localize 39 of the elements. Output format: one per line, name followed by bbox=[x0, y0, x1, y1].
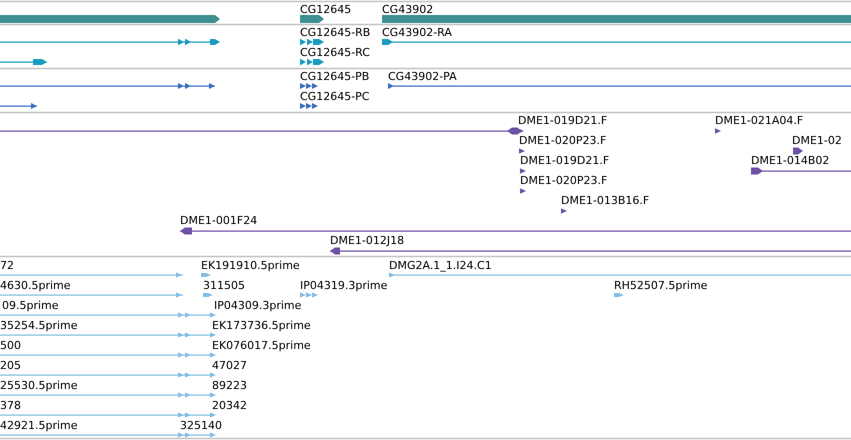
feature-label: DME1-020P23.F bbox=[519, 134, 606, 147]
feature-label: DME1-019D21.F bbox=[520, 154, 610, 167]
feature-label: DME1-019D21.F bbox=[518, 114, 608, 127]
feature-label: 35254.5prime bbox=[0, 319, 78, 332]
feature-label: 4630.5prime bbox=[0, 279, 71, 292]
feature-label: CG12645-RC bbox=[300, 46, 370, 59]
feature-label: 378 bbox=[0, 399, 21, 412]
feature-label: 325140 bbox=[180, 419, 222, 432]
feature-label: 09.5prime bbox=[2, 299, 59, 312]
feature-label: DME1-021A04.F bbox=[715, 114, 804, 127]
feature-label: 72 bbox=[0, 259, 14, 272]
feature-label: CG12645-RB bbox=[300, 26, 370, 39]
feature-label: IP04309.3prime bbox=[214, 299, 302, 312]
feature-label: EK173736.5prime bbox=[212, 319, 311, 332]
feature-label: DME1-013B16.F bbox=[561, 194, 650, 207]
feature-label: CG12645-PB bbox=[300, 70, 370, 83]
feature-label: EK076017.5prime bbox=[212, 339, 311, 352]
feature-label: 311505 bbox=[203, 279, 245, 292]
feature-label: 20342 bbox=[212, 399, 247, 412]
feature-label: DME1-012J18 bbox=[330, 234, 404, 247]
feature-label: 42921.5prime bbox=[0, 419, 78, 432]
feature-label: 205 bbox=[0, 359, 21, 372]
feature-label: DME1-020P23.F bbox=[520, 174, 608, 187]
feature-label: DME1-001F24 bbox=[180, 214, 258, 227]
feature-label: CG12645-PC bbox=[300, 90, 370, 103]
feature-label: CG43902-RA bbox=[382, 26, 452, 39]
feature-label: CG43902 bbox=[382, 3, 434, 16]
feature-label: 500 bbox=[0, 339, 21, 352]
feature-label: RH52507.5prime bbox=[614, 279, 708, 292]
feature-label: CG12645 bbox=[300, 3, 352, 16]
feature-label: 47027 bbox=[212, 359, 247, 372]
feature-label: 25530.5prime bbox=[0, 379, 78, 392]
feature-label: IP04319.3prime bbox=[300, 279, 388, 292]
feature-label: EK191910.5prime bbox=[201, 259, 300, 272]
feature-label: DME1-014B02 bbox=[751, 154, 830, 167]
feature-label: DME1-02 bbox=[792, 134, 842, 147]
feature-label: CG43902-PA bbox=[388, 70, 457, 83]
feature-label: 89223 bbox=[212, 379, 247, 392]
feature-label: DMG2A.1_1.I24.C1 bbox=[389, 259, 492, 272]
